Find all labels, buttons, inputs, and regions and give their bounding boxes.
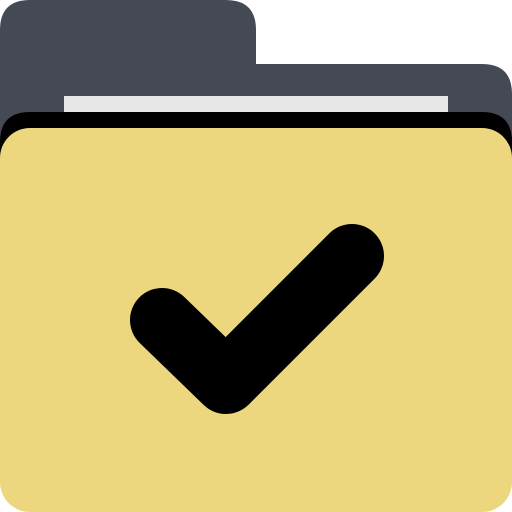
folder-check-icon: [0, 0, 512, 512]
folder-check-icon-canvas: [0, 0, 512, 512]
